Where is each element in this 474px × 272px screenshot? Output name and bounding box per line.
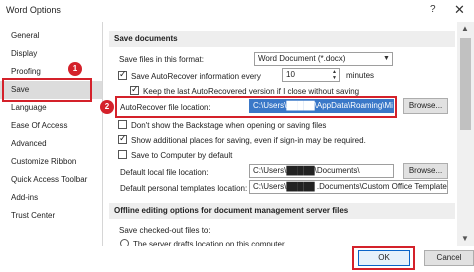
keep-last-checkbox[interactable] (130, 84, 139, 95)
sidebar-item-quick-access-toolbar[interactable]: Quick Access Toolbar (0, 171, 102, 189)
backstage-label: Don't show the Backstage when opening or… (131, 121, 327, 130)
minutes-label: minutes (346, 71, 375, 80)
title-bar: Word Options ? ✕ (0, 0, 474, 22)
scroll-down-icon[interactable]: ▼ (461, 234, 469, 243)
save-computer-row: Save to Computer by default (118, 150, 232, 160)
cancel-button[interactable]: Cancel (424, 250, 474, 266)
backstage-checkbox[interactable] (118, 120, 127, 129)
autorecover-checkbox[interactable] (118, 69, 127, 80)
keep-last-row: Keep the last AutoRecovered version if I… (130, 84, 360, 96)
autorecover-row: Save AutoRecover information every (118, 69, 261, 81)
save-computer-checkbox[interactable] (118, 150, 127, 159)
checked-out-label: Save checked-out files to: (119, 226, 211, 235)
sidebar-item-trust-center[interactable]: Trust Center (0, 207, 102, 225)
save-highlight-box (2, 78, 92, 102)
sidebar-item-ease-of-access[interactable]: Ease Of Access (0, 117, 102, 135)
format-select[interactable]: Word Document (*.docx) ▼ (254, 52, 393, 66)
browse-autorecover-button[interactable]: Browse... (403, 98, 448, 114)
additional-places-checkbox[interactable] (118, 133, 127, 144)
content-scrollbar[interactable]: ▲ ▼ (457, 22, 474, 246)
autorecover-label: Save AutoRecover information every (131, 72, 261, 81)
step-badge-2: 2 (100, 100, 114, 114)
sidebar-item-display[interactable]: Display (0, 45, 102, 63)
save-computer-label: Save to Computer by default (131, 151, 233, 160)
options-sidebar: General Display Proofing Save Language E… (0, 22, 103, 272)
additional-places-row: Show additional places for saving, even … (118, 133, 366, 145)
default-local-label: Default local file location: (120, 168, 209, 177)
format-label: Save files in this format: (119, 55, 204, 64)
chevron-down-icon: ▼ (383, 55, 390, 62)
sidebar-item-customize-ribbon[interactable]: Customize Ribbon (0, 153, 102, 171)
autorecover-highlight-box (115, 96, 397, 118)
default-local-input[interactable]: C:\Users\█████\Documents\ (249, 164, 394, 178)
sidebar-item-advanced[interactable]: Advanced (0, 135, 102, 153)
autorecover-minutes-spinner[interactable]: 10 ▲ ▼ (282, 68, 340, 82)
autorecover-minutes-value: 10 (286, 70, 295, 79)
format-select-value: Word Document (*.docx) (258, 54, 346, 63)
spinner-arrows-icon[interactable]: ▲ ▼ (330, 69, 339, 81)
sidebar-item-general[interactable]: General (0, 27, 102, 45)
offline-editing-header: Offline editing options for document man… (109, 203, 455, 219)
window-title: Word Options (6, 5, 61, 15)
save-documents-header: Save documents (109, 31, 455, 47)
scroll-up-icon[interactable]: ▲ (461, 24, 469, 33)
step-badge-1: 1 (68, 62, 82, 76)
backstage-row: Don't show the Backstage when opening or… (118, 120, 326, 130)
scrollbar-thumb[interactable] (460, 38, 471, 130)
close-icon[interactable]: ✕ (454, 2, 465, 18)
default-templates-input[interactable]: C:\Users\█████ .Documents\Custom Office … (249, 180, 448, 194)
help-icon[interactable]: ? (430, 4, 436, 15)
browse-local-button[interactable]: Browse... (403, 163, 448, 179)
default-templates-label: Default personal templates location: (120, 184, 248, 193)
additional-places-label: Show additional places for saving, even … (131, 136, 366, 145)
ok-highlight-box (352, 246, 415, 270)
sidebar-item-add-ins[interactable]: Add-ins (0, 189, 102, 207)
keep-last-label: Keep the last AutoRecovered version if I… (143, 87, 360, 96)
